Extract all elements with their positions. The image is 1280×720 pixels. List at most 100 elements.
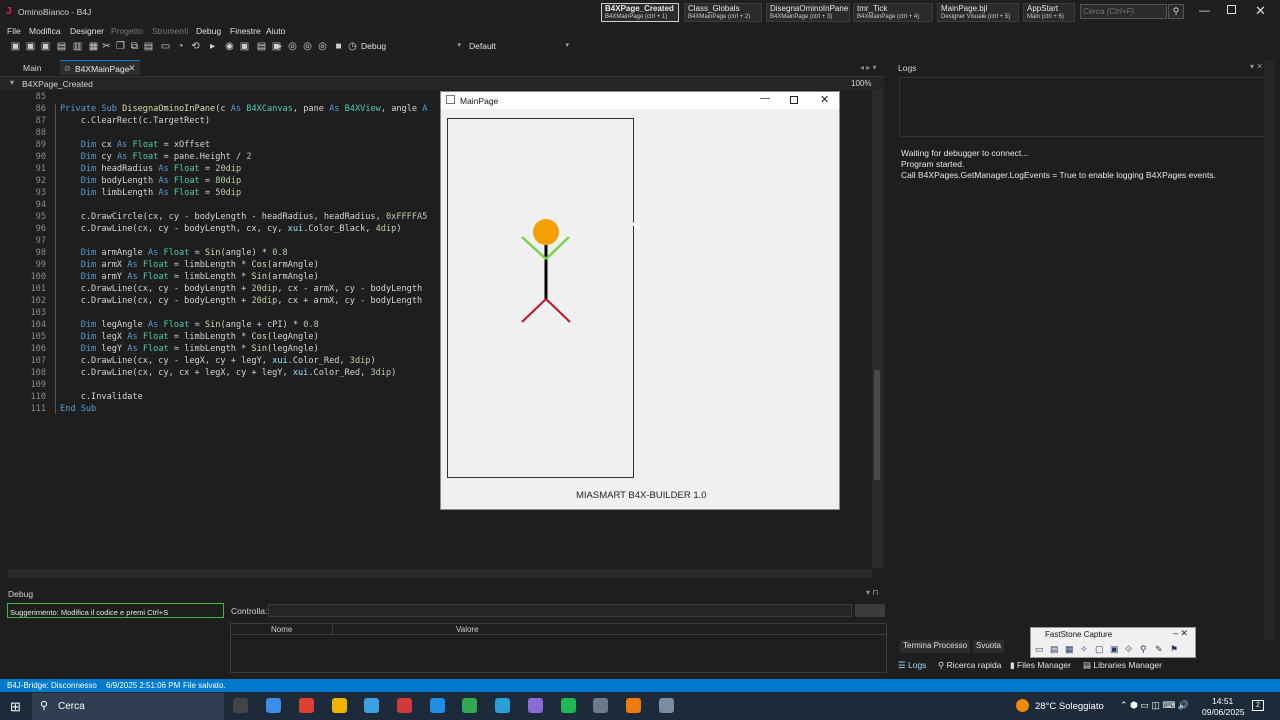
menu-progetto[interactable]: Progetto xyxy=(111,26,143,36)
code-line[interactable]: 110 c.Invalidate xyxy=(0,391,435,403)
taskbar-app-icon[interactable] xyxy=(299,698,314,713)
panel-controls-icon[interactable]: ▾ ⊓ xyxy=(866,588,878,597)
faststone-controls[interactable]: – ✕ xyxy=(1173,628,1188,639)
code-line[interactable]: 109 xyxy=(0,379,435,391)
toolbar-icon-2[interactable]: ▣ xyxy=(40,41,51,52)
taskbar-app-icon[interactable] xyxy=(561,698,576,713)
col-value[interactable]: Valore xyxy=(456,625,479,634)
quick-tab-2[interactable]: DisegnaOminoInPane B4XMainPage (ctrl + 3) xyxy=(766,3,850,22)
toolbar-icon-13[interactable]: ▸ xyxy=(207,41,218,52)
quick-tab-3[interactable]: tmr_Tick B4XMainPage (ctrl + 4) xyxy=(853,3,933,22)
code-line[interactable]: 111 End Sub xyxy=(0,403,435,415)
clock-date[interactable]: 09/06/2025 xyxy=(1202,707,1245,717)
code-line[interactable]: 104 Dim legAngle As Float = Sin(angle + … xyxy=(0,319,435,331)
code-line[interactable]: 92 Dim bodyLength As Float = 80dip xyxy=(0,175,435,187)
tab-libraries-manager[interactable]: ▤ Libraries Manager xyxy=(1083,660,1162,671)
toolbar-icon-11[interactable]: ◔ xyxy=(175,41,186,52)
code-line[interactable]: 95 c.DrawCircle(cx, cy - bodyLength - he… xyxy=(0,211,435,223)
sub-selector[interactable]: ▾ B4XPage_Created 100% xyxy=(0,76,885,90)
toolbar-icon-23[interactable]: ◷ xyxy=(347,41,358,52)
taskbar-app-icon[interactable] xyxy=(593,698,608,713)
menu-debug[interactable]: Debug xyxy=(196,26,221,36)
close-icon[interactable]: ✕ xyxy=(128,63,136,74)
taskbar-app-icon[interactable] xyxy=(528,698,543,713)
code-line[interactable]: 107 c.DrawLine(cx, cy - legX, cy + legY,… xyxy=(0,355,435,367)
col-name[interactable]: Nome xyxy=(271,625,292,634)
code-line[interactable]: 103 xyxy=(0,307,435,319)
windows-start-icon[interactable]: ⊞ xyxy=(10,699,21,715)
toolbar-icon-0[interactable]: ▣ xyxy=(10,41,21,52)
code-line[interactable]: 98 Dim armAngle As Float = Sin(angle) * … xyxy=(0,247,435,259)
toolbar-icon-20[interactable]: ◎ xyxy=(302,41,313,52)
scroll-tabs-icon[interactable]: ◂ ▸ ▾ xyxy=(860,63,877,72)
toolbar-icon-1[interactable]: ▣ xyxy=(25,41,36,52)
code-line[interactable]: 89 Dim cx As Float = xOffset xyxy=(0,139,435,151)
app-minimize-button[interactable]: — xyxy=(760,93,770,104)
code-line[interactable]: 93 Dim limbLength As Float = 50dip xyxy=(0,187,435,199)
faststone-tool-icon[interactable]: ✧ xyxy=(1080,644,1088,655)
scroll-thumb[interactable] xyxy=(874,370,880,480)
faststone-tool-icon[interactable]: ✎ xyxy=(1155,644,1163,655)
search-button[interactable]: ⚲ xyxy=(1168,4,1184,19)
notification-icon[interactable]: 2 xyxy=(1252,700,1264,711)
config-select[interactable]: Debug ▾ xyxy=(361,41,463,54)
terminate-button[interactable]: Termina Processo xyxy=(900,640,971,653)
code-line[interactable]: 99 Dim armX As Float = limbLength * Cos(… xyxy=(0,259,435,271)
menu-strumenti[interactable]: Strumenti xyxy=(152,26,188,36)
code-line[interactable]: 106 Dim legY As Float = limbLength * Sin… xyxy=(0,343,435,355)
panel-controls-icon[interactable]: ▾ ✕ xyxy=(1250,62,1263,71)
code-line[interactable]: 105 Dim legX As Float = limbLength * Cos… xyxy=(0,331,435,343)
code-line[interactable]: 91 Dim headRadius As Float = 20dip xyxy=(0,163,435,175)
menu-file[interactable]: File xyxy=(7,26,21,36)
zoom-level[interactable]: 100% xyxy=(851,79,871,88)
faststone-tool-icon[interactable]: ▤ xyxy=(1050,644,1059,655)
tab-quick-search[interactable]: ⚲ Ricerca rapida xyxy=(938,660,1001,671)
menu-designer[interactable]: Designer xyxy=(70,26,104,36)
toolbar-icon-9[interactable]: ▤ xyxy=(143,41,154,52)
toolbar-icon-8[interactable]: ⧉ xyxy=(129,41,140,52)
code-line[interactable]: 96 c.DrawLine(cx, cy - bodyLength, cx, c… xyxy=(0,223,435,235)
build-select[interactable]: Default ▾ xyxy=(469,41,571,54)
taskbar-app-icon[interactable] xyxy=(233,698,248,713)
minimize-button[interactable]: — xyxy=(1199,5,1210,17)
toolbar-icon-19[interactable]: ◎ xyxy=(287,41,298,52)
menu-modifica[interactable]: Modifica xyxy=(29,26,61,36)
quick-tab-5[interactable]: AppStart Main (ctrl + 6) xyxy=(1023,3,1075,22)
faststone-tool-icon[interactable]: ⚑ xyxy=(1170,644,1178,655)
taskbar-app-icon[interactable] xyxy=(659,698,674,713)
faststone-tool-icon[interactable]: ▦ xyxy=(1065,644,1074,655)
code-line[interactable]: 100 Dim armY As Float = limbLength * Sin… xyxy=(0,271,435,283)
toolbar-icon-4[interactable]: ▥ xyxy=(72,41,83,52)
tab-b4xmainpage[interactable]: ⊘ B4XMainPage ✕ xyxy=(60,60,140,75)
weather-text[interactable]: 28°C Soleggiato xyxy=(1035,701,1104,712)
taskbar-search[interactable]: ⚲ Cerca xyxy=(32,693,224,720)
menu-aiuto[interactable]: Aiuto xyxy=(266,26,285,36)
code-line[interactable]: 87 c.ClearRect(c.TargetRect) xyxy=(0,115,435,127)
toolbar-icon-15[interactable]: ▣ xyxy=(239,41,250,52)
tab-main[interactable]: Main xyxy=(23,63,41,73)
taskbar-app-icon[interactable] xyxy=(266,698,281,713)
quick-tab-1[interactable]: Class_Globals B4XMainPage (ctrl + 2) xyxy=(684,3,762,22)
code-line[interactable]: 97 xyxy=(0,235,435,247)
code-line[interactable]: 101 c.DrawLine(cx, cy - bodyLength + 20d… xyxy=(0,283,435,295)
code-line[interactable]: 85 xyxy=(0,91,435,103)
control-buttons[interactable] xyxy=(855,604,885,617)
toolbar-icon-3[interactable]: ▤ xyxy=(56,41,67,52)
faststone-tool-icon[interactable]: ▢ xyxy=(1095,644,1104,655)
toolbar-icon-10[interactable]: ▭ xyxy=(160,41,171,52)
clear-button[interactable]: Svuota xyxy=(973,640,1004,653)
taskbar-app-icon[interactable] xyxy=(364,698,379,713)
app-close-button[interactable]: ✕ xyxy=(820,93,829,106)
control-input[interactable] xyxy=(268,604,852,617)
maximize-button[interactable] xyxy=(1227,5,1236,14)
code-line[interactable]: 86 Private Sub DisegnaOminoInPane(c As B4… xyxy=(0,103,435,115)
code-line[interactable]: 108 c.DrawLine(cx, cy, cx + legX, cy + l… xyxy=(0,367,435,379)
toolbar-icon-18[interactable]: ▸ xyxy=(274,41,285,52)
code-line[interactable]: 94 xyxy=(0,199,435,211)
app-maximize-button[interactable] xyxy=(790,96,798,104)
toolbar-icon-7[interactable]: ❐ xyxy=(115,41,126,52)
toolbar-icon-12[interactable]: ⟲ xyxy=(190,41,201,52)
taskbar-app-icon[interactable] xyxy=(462,698,477,713)
toolbar-icon-6[interactable]: ✂ xyxy=(101,41,112,52)
taskbar-app-icon[interactable] xyxy=(430,698,445,713)
